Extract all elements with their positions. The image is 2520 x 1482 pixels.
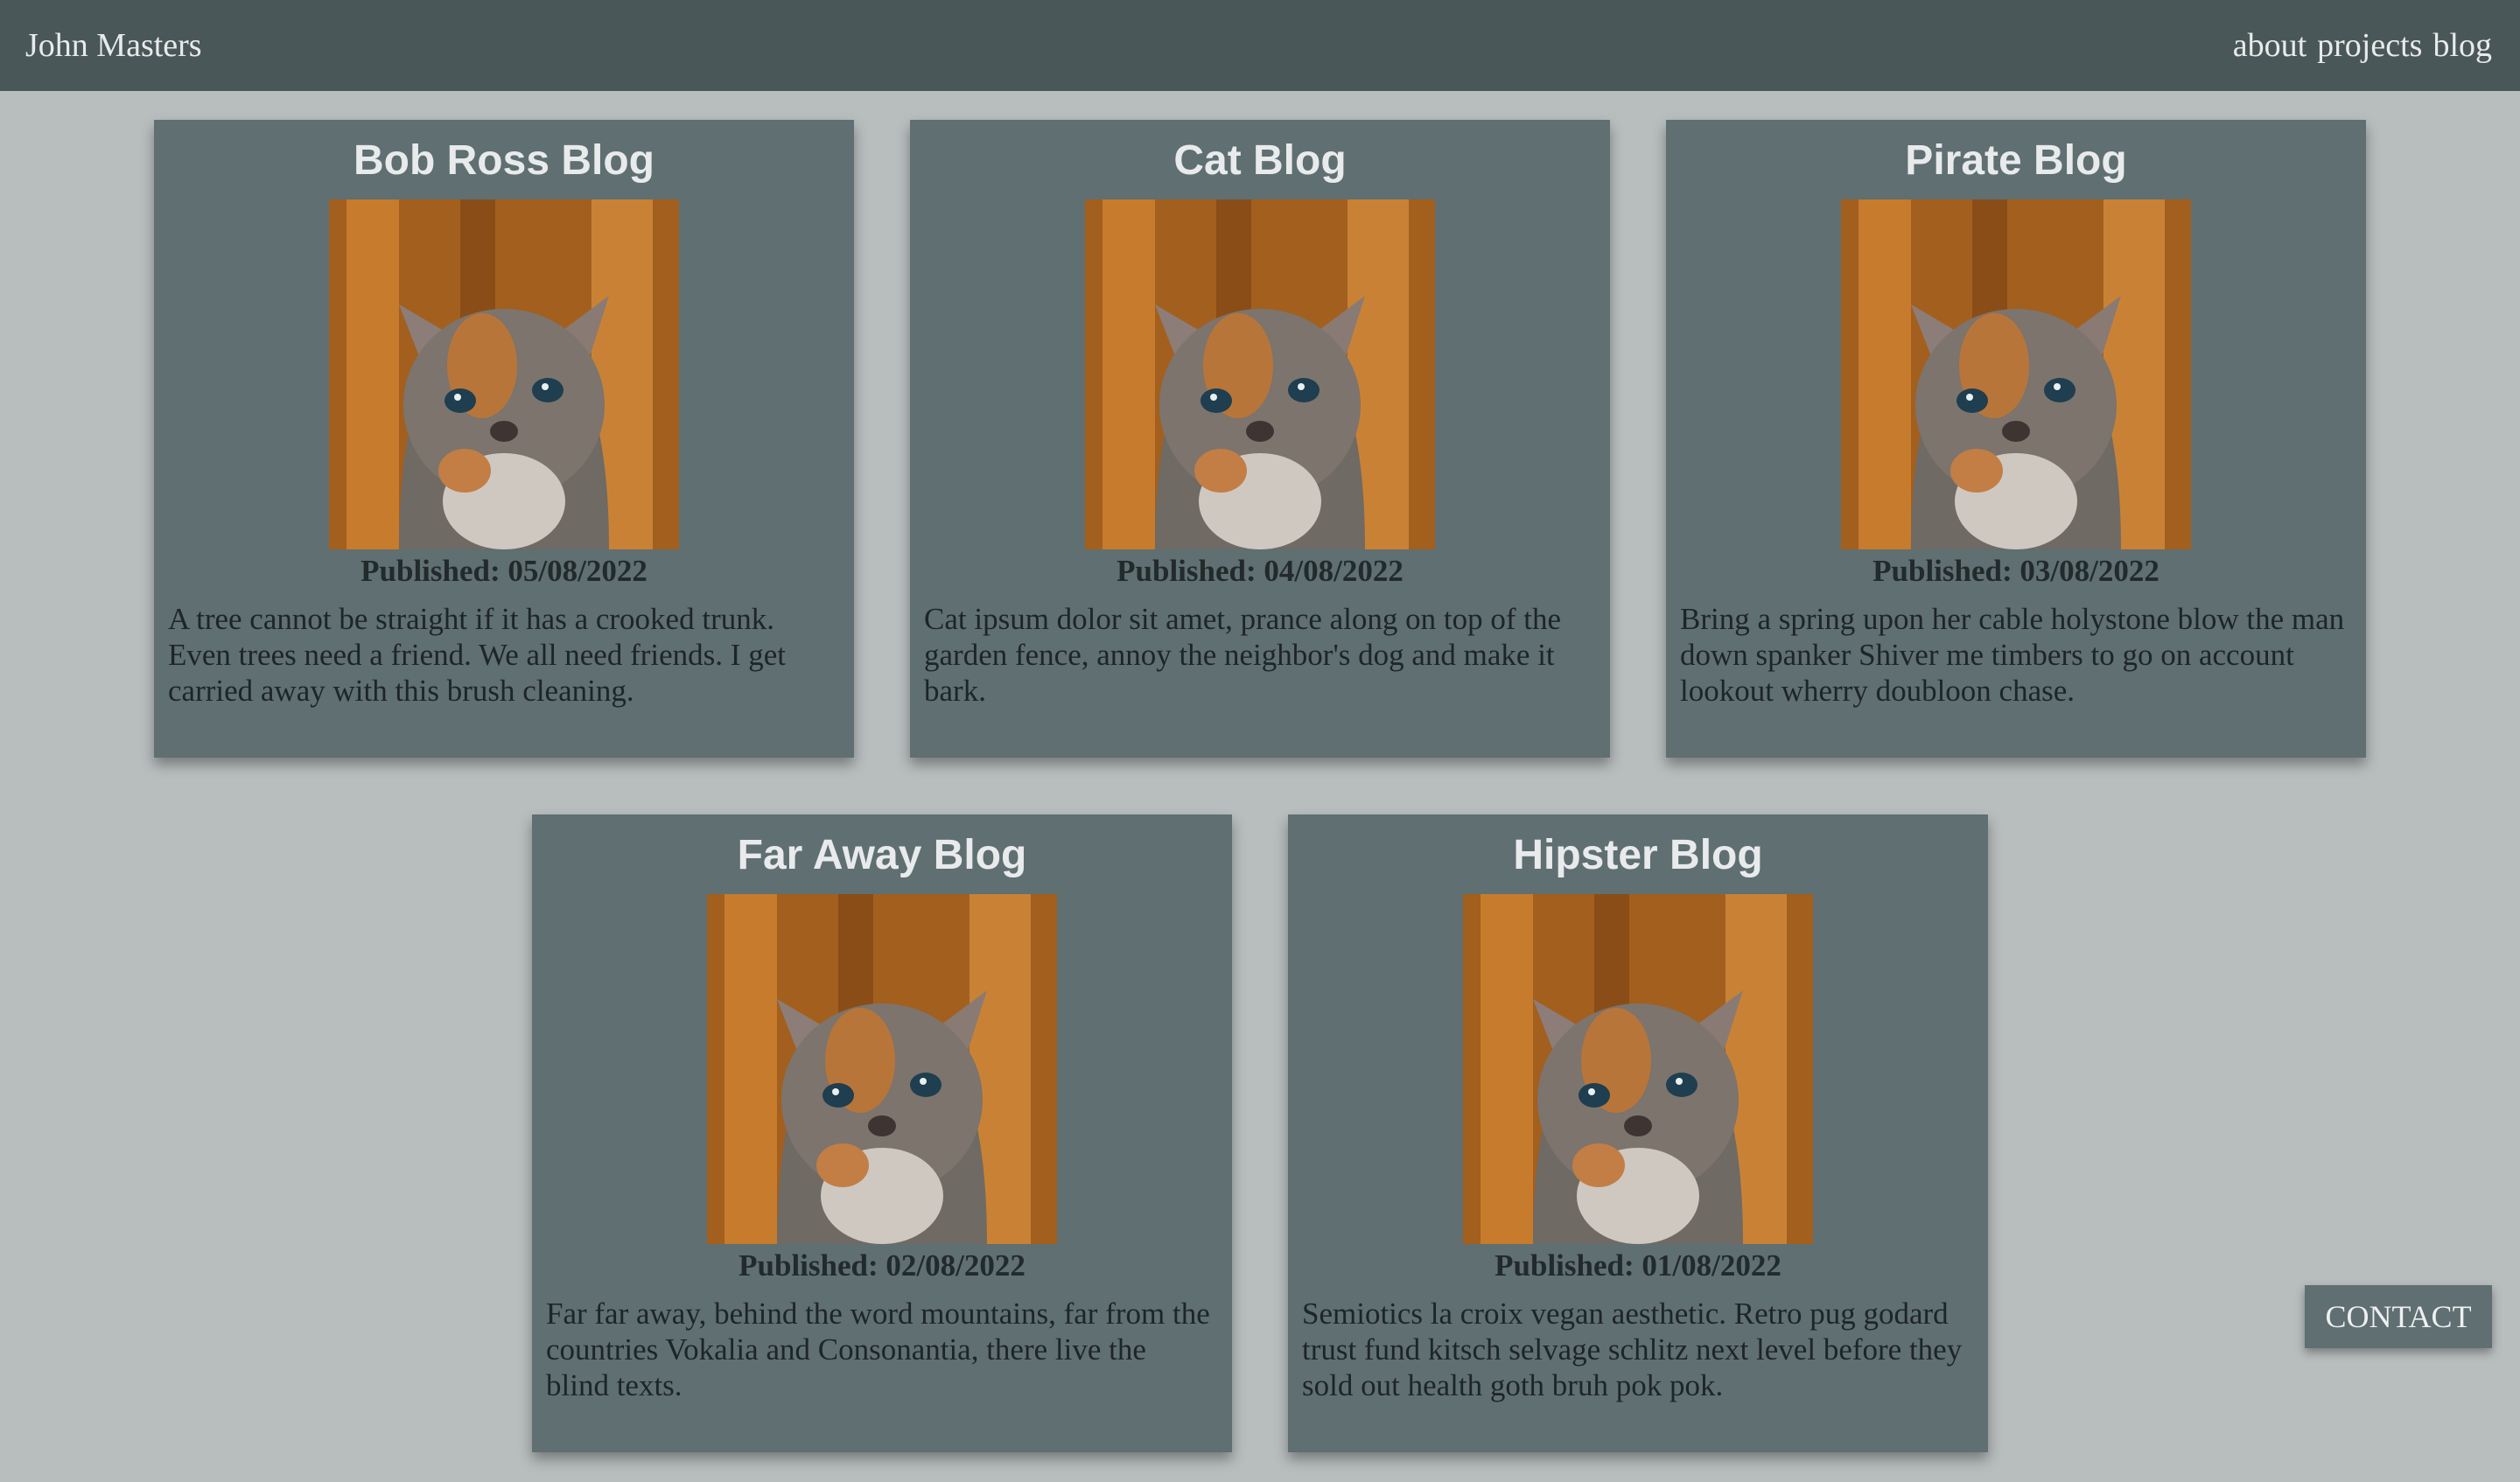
nav-link-blog[interactable]: blog <box>2432 21 2492 70</box>
blog-card-title[interactable]: Cat Blog <box>910 130 1610 192</box>
blog-card[interactable]: Bob Ross Blog Published: 05/08/2022 A tr… <box>154 120 854 758</box>
kitten-photo-icon <box>329 199 679 549</box>
kitten-photo-icon <box>1841 199 2191 549</box>
blog-excerpt: Bring a spring upon her cable holystone … <box>1680 602 2345 708</box>
nav-link-about[interactable]: about <box>2233 21 2306 70</box>
blog-excerpt: A tree cannot be straight if it has a cr… <box>168 602 786 708</box>
published-date: Published: 05/08/2022 <box>360 554 648 588</box>
blog-card-title[interactable]: Hipster Blog <box>1288 825 1988 886</box>
nav-links: about projects blog <box>2233 21 2492 70</box>
published-date: Published: 02/08/2022 <box>738 1248 1026 1283</box>
blog-excerpt: Far far away, behind the word mountains,… <box>546 1297 1210 1402</box>
published-date: Published: 01/08/2022 <box>1494 1248 1782 1283</box>
top-navbar: John Masters about projects blog <box>0 0 2520 91</box>
blog-card[interactable]: Pirate Blog Published: 03/08/2022 Bring … <box>1666 120 2366 758</box>
kitten-photo-icon <box>1463 894 1813 1244</box>
blog-card-title[interactable]: Pirate Blog <box>1666 130 2366 192</box>
published-date: Published: 04/08/2022 <box>1116 554 1404 588</box>
kitten-photo-icon <box>707 894 1057 1244</box>
blog-card[interactable]: Cat Blog Published: 04/08/2022 Cat ipsum… <box>910 120 1610 758</box>
contact-button[interactable]: CONTACT <box>2305 1285 2492 1348</box>
blog-excerpt: Cat ipsum dolor sit amet, prance along o… <box>924 602 1562 708</box>
kitten-photo-icon <box>1085 199 1435 549</box>
blog-card[interactable]: Far Away Blog Published: 02/08/2022 Far … <box>532 814 1232 1452</box>
blog-card[interactable]: Hipster Blog Published: 01/08/2022 Semio… <box>1288 814 1988 1452</box>
published-date: Published: 03/08/2022 <box>1872 554 2160 588</box>
blog-excerpt: Semiotics la croix vegan aesthetic. Retr… <box>1302 1297 1963 1402</box>
blog-card-title[interactable]: Far Away Blog <box>532 825 1232 886</box>
blog-card-title[interactable]: Bob Ross Blog <box>154 130 854 192</box>
nav-link-projects[interactable]: projects <box>2317 21 2422 70</box>
brand-name-link[interactable]: John Masters <box>25 21 202 70</box>
